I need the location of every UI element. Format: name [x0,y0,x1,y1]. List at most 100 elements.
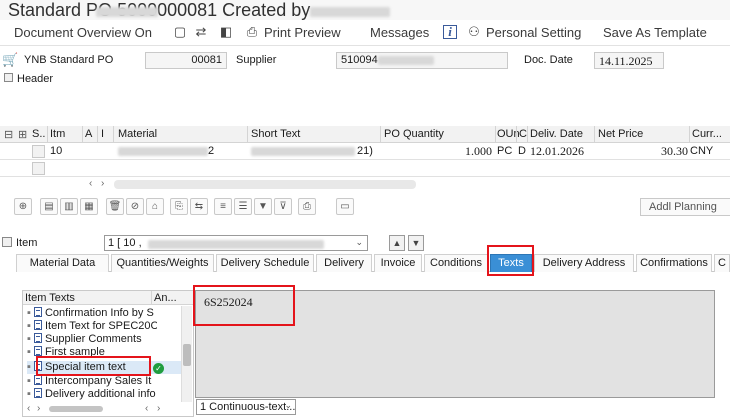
sort-ascending-icon[interactable]: ≡ [214,198,232,215]
column-config-icon[interactable]: ⊞ [18,128,27,141]
chevron-down-icon: ⌄ [284,400,292,410]
column-divider [527,126,528,143]
redacted-po-number [96,7,158,17]
tab-material-data[interactable]: Material Data [16,254,109,272]
editor-text[interactable]: 6S252024 [204,295,253,310]
col-material[interactable]: Material [118,128,157,140]
collapse-all-icon[interactable]: ▥ [60,198,78,215]
cell-delivery-date: 12.01.2026 [530,144,584,158]
block-icon[interactable]: ⊘ [126,198,144,215]
print-preview-button[interactable]: Print Preview [264,25,341,40]
list-item[interactable]: ▪ Delivery additional info [27,388,173,401]
text-format-value: 1 Continuous-text... [200,401,296,413]
supplier-value: 510094 [341,54,378,66]
personal-setting-button[interactable]: Personal Setting [486,25,581,40]
horizontal-scrollbar[interactable] [114,180,416,189]
details-icon[interactable]: ⊕ [14,198,32,215]
item-selector-row: Item 1 [ 10 , ⌄ ▲ ▼ [0,233,730,253]
text-document-icon [33,307,42,317]
col-item[interactable]: Itm [50,128,65,140]
text-format-select[interactable]: 1 Continuous-text... ⌄ [196,399,296,415]
document-overview-button[interactable]: Document Overview On [14,25,152,40]
scroll-thumb[interactable] [49,406,103,412]
filter-icon[interactable]: ▼ [254,198,272,215]
column-divider [247,126,248,143]
expand-header-icon[interactable] [4,73,13,82]
scroll-left-icon[interactable]: ‹ [27,403,30,414]
column-divider [689,126,690,143]
col-status[interactable]: S.. [32,128,45,140]
text-document-icon [33,388,42,398]
tab-texts[interactable]: Texts [490,254,532,272]
col-currency[interactable]: Curr... [692,128,722,140]
addl-planning-button[interactable]: Addl Planning [640,198,730,216]
header-section-label[interactable]: Header [17,73,53,85]
select-all-icon[interactable]: ▦ [80,198,98,215]
messages-button[interactable]: Messages [370,25,429,40]
col-account-assignment[interactable]: A [85,128,92,140]
other-purchase-order-icon[interactable]: ⇄ [193,24,209,40]
hold-icon[interactable]: ◧ [218,24,234,40]
col-short-text[interactable]: Short Text [251,128,300,140]
list-item[interactable]: ▪ First sample [27,346,173,359]
vertical-scrollbar[interactable] [181,306,192,402]
sort-descending-icon[interactable]: ☰ [234,198,252,215]
scroll-right-icon[interactable]: › [37,403,40,414]
tab-delivery[interactable]: Delivery [316,254,372,272]
doc-date-value: 14.11.2025 [599,54,653,68]
clear-filter-icon[interactable]: ⊽ [274,198,292,215]
item-detail-icon[interactable] [2,237,12,247]
tab-more[interactable]: C [714,254,730,272]
tab-invoice[interactable]: Invoice [374,254,422,272]
col-po-quantity[interactable]: PO Quantity [384,128,444,140]
scroll-left-icon[interactable]: ‹ [145,403,148,414]
table-row[interactable]: 10 2 21) 1.000 PC D 12.01.2026 30.30 CNY [0,143,730,160]
tree-header-label: Item Texts [25,292,75,304]
list-item[interactable]: ▪ Confirmation Info by S [27,307,173,320]
tree-header: Item Texts An... [23,291,193,305]
tree-horizontal-scroll[interactable]: ‹ › ‹ › [25,403,181,415]
text-document-icon [33,375,42,385]
text-list-icon[interactable]: ▭ [336,198,354,215]
row-selector[interactable] [32,162,45,175]
list-item[interactable]: ▪ Item Text for SPEC20C [27,320,157,333]
print-list-icon[interactable]: ⎙ [298,198,316,215]
list-item[interactable]: ▪ Intercompany Sales It [27,375,173,388]
table-settings-icon[interactable]: ⊟ [4,128,13,141]
tab-delivery-schedule[interactable]: Delivery Schedule [216,254,314,272]
delete-icon[interactable]: 🗑 [106,198,124,215]
list-item[interactable]: ▪ Supplier Comments [27,333,173,346]
previous-item-icon[interactable]: ▲ [389,235,405,251]
cell-net-price: 30.30 [661,144,688,158]
personal-setting-icon[interactable]: ⚇ [466,24,482,40]
item-toolbar: ⊕ ▤ ▥ ▦ 🗑 ⊘ ⌂ ⎘ ⇆ ≡ ☰ ▼ ⊽ ⎙ ▭ Addl Plann… [0,196,730,218]
save-as-template-button[interactable]: Save As Template [603,25,707,40]
tab-quantities-weights[interactable]: Quantities/Weights [111,254,214,272]
tab-delivery-address[interactable]: Delivery Address [534,254,634,272]
info-icon[interactable]: i [443,25,457,39]
tab-confirmations[interactable]: Confirmations [636,254,712,272]
col-net-price[interactable]: Net Price [598,128,643,140]
copy-icon[interactable]: ⎘ [170,198,188,215]
item-select-value: 1 [ 10 , [108,237,142,249]
row-selector[interactable] [32,145,45,158]
scroll-left-icon[interactable]: ‹ [89,178,92,189]
lock-icon[interactable]: ⌂ [146,198,164,215]
scroll-right-icon[interactable]: › [101,178,104,189]
tab-conditions[interactable]: Conditions [424,254,488,272]
table-header: ⊟ ⊞ S.. Itm A I Material Short Text PO Q… [0,126,730,143]
scroll-thumb[interactable] [183,344,191,366]
col-category[interactable]: C [519,128,527,140]
col-delivery-date[interactable]: Deliv. Date [530,128,583,140]
table-row[interactable] [0,160,730,177]
tree-column-divider [151,291,152,305]
col-item-category[interactable]: I [101,128,104,140]
expand-all-icon[interactable]: ▤ [40,198,58,215]
scroll-right-icon[interactable]: › [157,403,160,414]
next-item-icon[interactable]: ▼ [408,235,424,251]
text-editor[interactable]: 6S252024 [195,290,715,398]
new-document-icon[interactable]: ▢ [172,24,188,40]
paste-icon[interactable]: ⇆ [190,198,208,215]
printer-icon[interactable]: ⎙ [244,24,260,40]
doc-date-field[interactable]: 14.11.2025 [594,52,664,69]
